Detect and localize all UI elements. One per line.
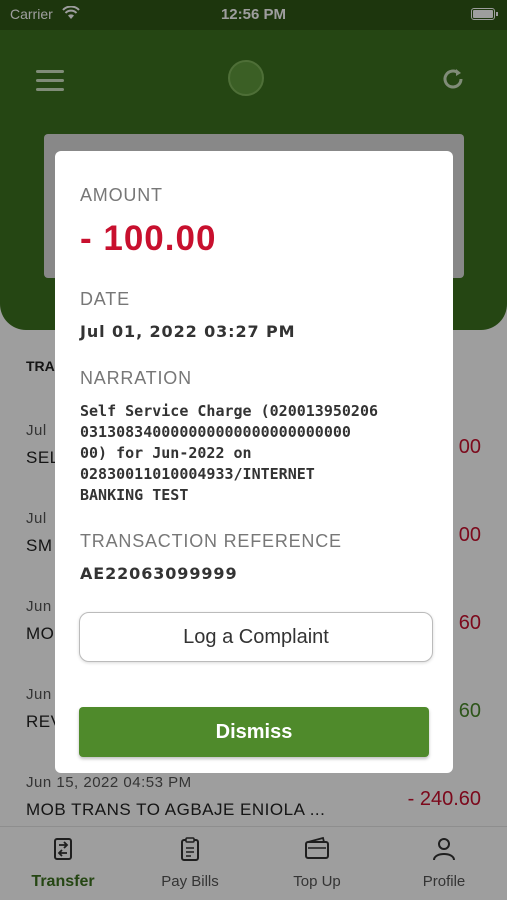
narration-value: Self Service Charge (020013950206 031308… xyxy=(80,402,379,504)
reference-value: AE22063099999 xyxy=(80,564,238,583)
date-label: DATE xyxy=(80,289,130,309)
date-value: Jul 01, 2022 03:27 PM xyxy=(80,322,296,341)
amount-value: - 100.00 xyxy=(80,219,217,258)
reference-label: TRANSACTION REFERENCE xyxy=(80,531,342,551)
narration-label: NARRATION xyxy=(80,368,192,388)
transaction-detail-modal: AMOUNT - 100.00 DATE Jul 01, 2022 03:27 … xyxy=(55,151,453,773)
amount-label: AMOUNT xyxy=(80,185,163,205)
dismiss-button[interactable]: Dismiss xyxy=(79,707,429,757)
log-complaint-button[interactable]: Log a Complaint xyxy=(79,612,433,662)
